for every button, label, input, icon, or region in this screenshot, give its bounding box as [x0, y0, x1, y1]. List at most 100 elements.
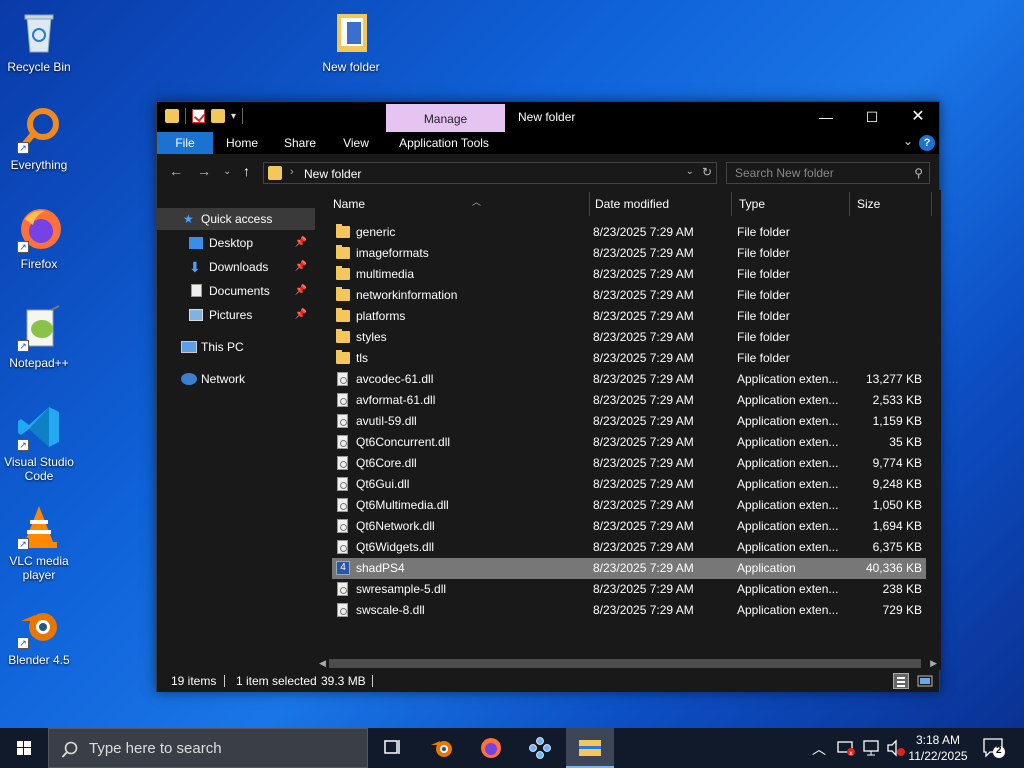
desktop-icon-vscode[interactable]: ↗ Visual Studio Code: [1, 403, 77, 483]
refresh-icon[interactable]: ↻: [702, 165, 712, 179]
sidebar-item-quick-access[interactable]: ★ Quick access: [157, 208, 315, 230]
column-header-size[interactable]: Size: [857, 190, 927, 218]
table-row[interactable]: multimedia 8/23/2025 7:29 AM File folder: [332, 264, 926, 285]
desktop-icon-firefox[interactable]: ↗ Firefox: [1, 205, 77, 271]
breadcrumb[interactable]: New folder: [304, 167, 361, 181]
table-row[interactable]: swresample-5.dll 8/23/2025 7:29 AM Applica…: [332, 579, 926, 600]
close-button[interactable]: ✕: [895, 102, 941, 132]
table-row[interactable]: imageformats 8/23/2025 7:29 AM File folder: [332, 243, 926, 264]
address-bar[interactable]: › New folder ⌄ ↻: [263, 162, 717, 184]
sidebar-item-this-pc[interactable]: This PC: [157, 336, 315, 358]
sidebar-item-pictures[interactable]: Pictures 📌: [157, 304, 315, 326]
network-status-icon[interactable]: [862, 738, 882, 768]
tab-view[interactable]: View: [335, 132, 377, 154]
details-view-button[interactable]: [893, 673, 909, 689]
customize-toolbar-icon[interactable]: ▾: [231, 111, 236, 122]
tray-security-icon[interactable]: x: [836, 738, 856, 768]
table-row[interactable]: 4 shadPS4 8/23/2025 7:29 AM Application 40,3…: [332, 558, 926, 579]
chevron-down-icon[interactable]: ⌄: [686, 166, 694, 177]
taskbar-app-file-explorer[interactable]: [566, 728, 614, 768]
recent-locations-icon[interactable]: ⌄: [223, 166, 231, 177]
table-row[interactable]: avcodec-61.dll 8/23/2025 7:29 AM Applicati…: [332, 369, 926, 390]
dll-file-icon: [337, 519, 348, 533]
tab-manage[interactable]: Manage: [386, 104, 505, 132]
vscode-icon: ↗: [15, 403, 63, 451]
column-header-name[interactable]: ︿ Name: [333, 190, 589, 218]
column-header-date[interactable]: Date modified: [595, 190, 731, 218]
scrollbar-thumb[interactable]: [329, 659, 921, 668]
table-row[interactable]: Qt6Core.dll 8/23/2025 7:29 AM Application …: [332, 453, 926, 474]
search-box[interactable]: ⚲: [726, 162, 930, 184]
table-row[interactable]: generic 8/23/2025 7:29 AM File folder: [332, 222, 926, 243]
file-type: File folder: [737, 351, 790, 365]
column-divider[interactable]: [931, 192, 932, 216]
tab-file[interactable]: File: [157, 132, 213, 154]
table-row[interactable]: networkinformation 8/23/2025 7:29 AM File …: [332, 285, 926, 306]
pin-icon[interactable]: 📌: [295, 304, 307, 326]
scroll-right-icon[interactable]: ▶: [930, 656, 937, 670]
tab-application-tools[interactable]: Application Tools: [389, 132, 499, 154]
file-date-modified: 8/23/2025 7:29 AM: [593, 351, 694, 365]
help-icon[interactable]: ?: [919, 135, 935, 151]
expand-ribbon-icon[interactable]: ⌄: [903, 134, 913, 148]
table-row[interactable]: swscale-8.dll 8/23/2025 7:29 AM Applicatio…: [332, 600, 926, 621]
horizontal-scrollbar[interactable]: ◀ ▶: [315, 656, 941, 670]
taskbar-app-blender[interactable]: [418, 728, 466, 768]
pin-icon[interactable]: 📌: [295, 256, 307, 278]
back-button[interactable]: ←: [169, 163, 183, 179]
pin-icon[interactable]: 📌: [295, 280, 307, 302]
column-divider[interactable]: [589, 192, 590, 216]
table-row[interactable]: Qt6Network.dll 8/23/2025 7:29 AM Applicati…: [332, 516, 926, 537]
desktop-icon-recycle-bin[interactable]: Recycle Bin: [1, 8, 77, 74]
minimize-button[interactable]: —: [803, 102, 849, 132]
maximize-button[interactable]: ☐: [849, 102, 895, 132]
file-name: Qt6Network.dll: [356, 519, 435, 533]
column-divider[interactable]: [731, 192, 732, 216]
table-row[interactable]: Qt6Widgets.dll 8/23/2025 7:29 AM Applicati…: [332, 537, 926, 558]
divider: [224, 675, 225, 687]
table-row[interactable]: avutil-59.dll 8/23/2025 7:29 AM Applicatio…: [332, 411, 926, 432]
table-row[interactable]: styles 8/23/2025 7:29 AM File folder: [332, 327, 926, 348]
taskbar-app-ppsspp[interactable]: [516, 728, 564, 768]
chevron-right-icon[interactable]: ›: [290, 166, 294, 178]
tab-home[interactable]: Home: [219, 132, 265, 154]
sidebar-item-downloads[interactable]: ⬇ Downloads 📌: [157, 256, 315, 278]
desktop-icon-notepadpp[interactable]: ↗ Notepad++: [1, 304, 77, 370]
table-row[interactable]: Qt6Multimedia.dll 8/23/2025 7:29 AM Applic…: [332, 495, 926, 516]
new-folder-icon[interactable]: [211, 109, 225, 123]
search-input[interactable]: [727, 163, 907, 183]
taskbar-app-firefox[interactable]: [467, 728, 515, 768]
column-divider[interactable]: [849, 192, 850, 216]
notification-center-button[interactable]: 2: [982, 737, 1006, 768]
table-row[interactable]: Qt6Gui.dll 8/23/2025 7:29 AM Application e…: [332, 474, 926, 495]
properties-icon[interactable]: [192, 109, 205, 123]
table-row[interactable]: Qt6Concurrent.dll 8/23/2025 7:29 AM Applic…: [332, 432, 926, 453]
table-row[interactable]: tls 8/23/2025 7:29 AM File folder: [332, 348, 926, 369]
show-hidden-icons-button[interactable]: ︿: [812, 739, 826, 768]
desktop-icon-new-folder[interactable]: New folder: [313, 8, 389, 74]
scroll-left-icon[interactable]: ◀: [319, 656, 326, 670]
table-row[interactable]: platforms 8/23/2025 7:29 AM File folder: [332, 306, 926, 327]
desktop-icon-blender[interactable]: ↗ Blender 4.5: [1, 601, 77, 667]
desktop-icon-everything[interactable]: ↗ Everything: [1, 106, 77, 172]
divider: [242, 108, 244, 124]
sidebar-item-network[interactable]: Network: [157, 368, 315, 390]
column-header-type[interactable]: Type: [739, 190, 849, 218]
folder-icon[interactable]: [165, 109, 179, 123]
tab-share[interactable]: Share: [277, 132, 323, 154]
pin-icon[interactable]: 📌: [295, 232, 307, 254]
task-view-button[interactable]: [368, 728, 416, 768]
large-icons-view-button[interactable]: [917, 673, 933, 689]
up-button[interactable]: ↑: [243, 163, 250, 179]
sidebar-item-documents[interactable]: Documents 📌: [157, 280, 315, 302]
sidebar-item-desktop[interactable]: Desktop 📌: [157, 232, 315, 254]
table-row[interactable]: avformat-61.dll 8/23/2025 7:29 AM Applicat…: [332, 390, 926, 411]
taskbar-search-box[interactable]: Type here to search: [48, 728, 368, 768]
forward-button[interactable]: →: [197, 163, 211, 179]
start-button[interactable]: [0, 728, 48, 768]
volume-muted-icon[interactable]: [886, 738, 906, 768]
clock[interactable]: 3:18 AM 11/22/2025: [904, 732, 972, 764]
desktop-icon-label: New folder: [322, 60, 380, 74]
desktop-icon-vlc[interactable]: ↗ VLC media player: [1, 502, 77, 582]
search-icon[interactable]: ⚲: [914, 166, 923, 180]
